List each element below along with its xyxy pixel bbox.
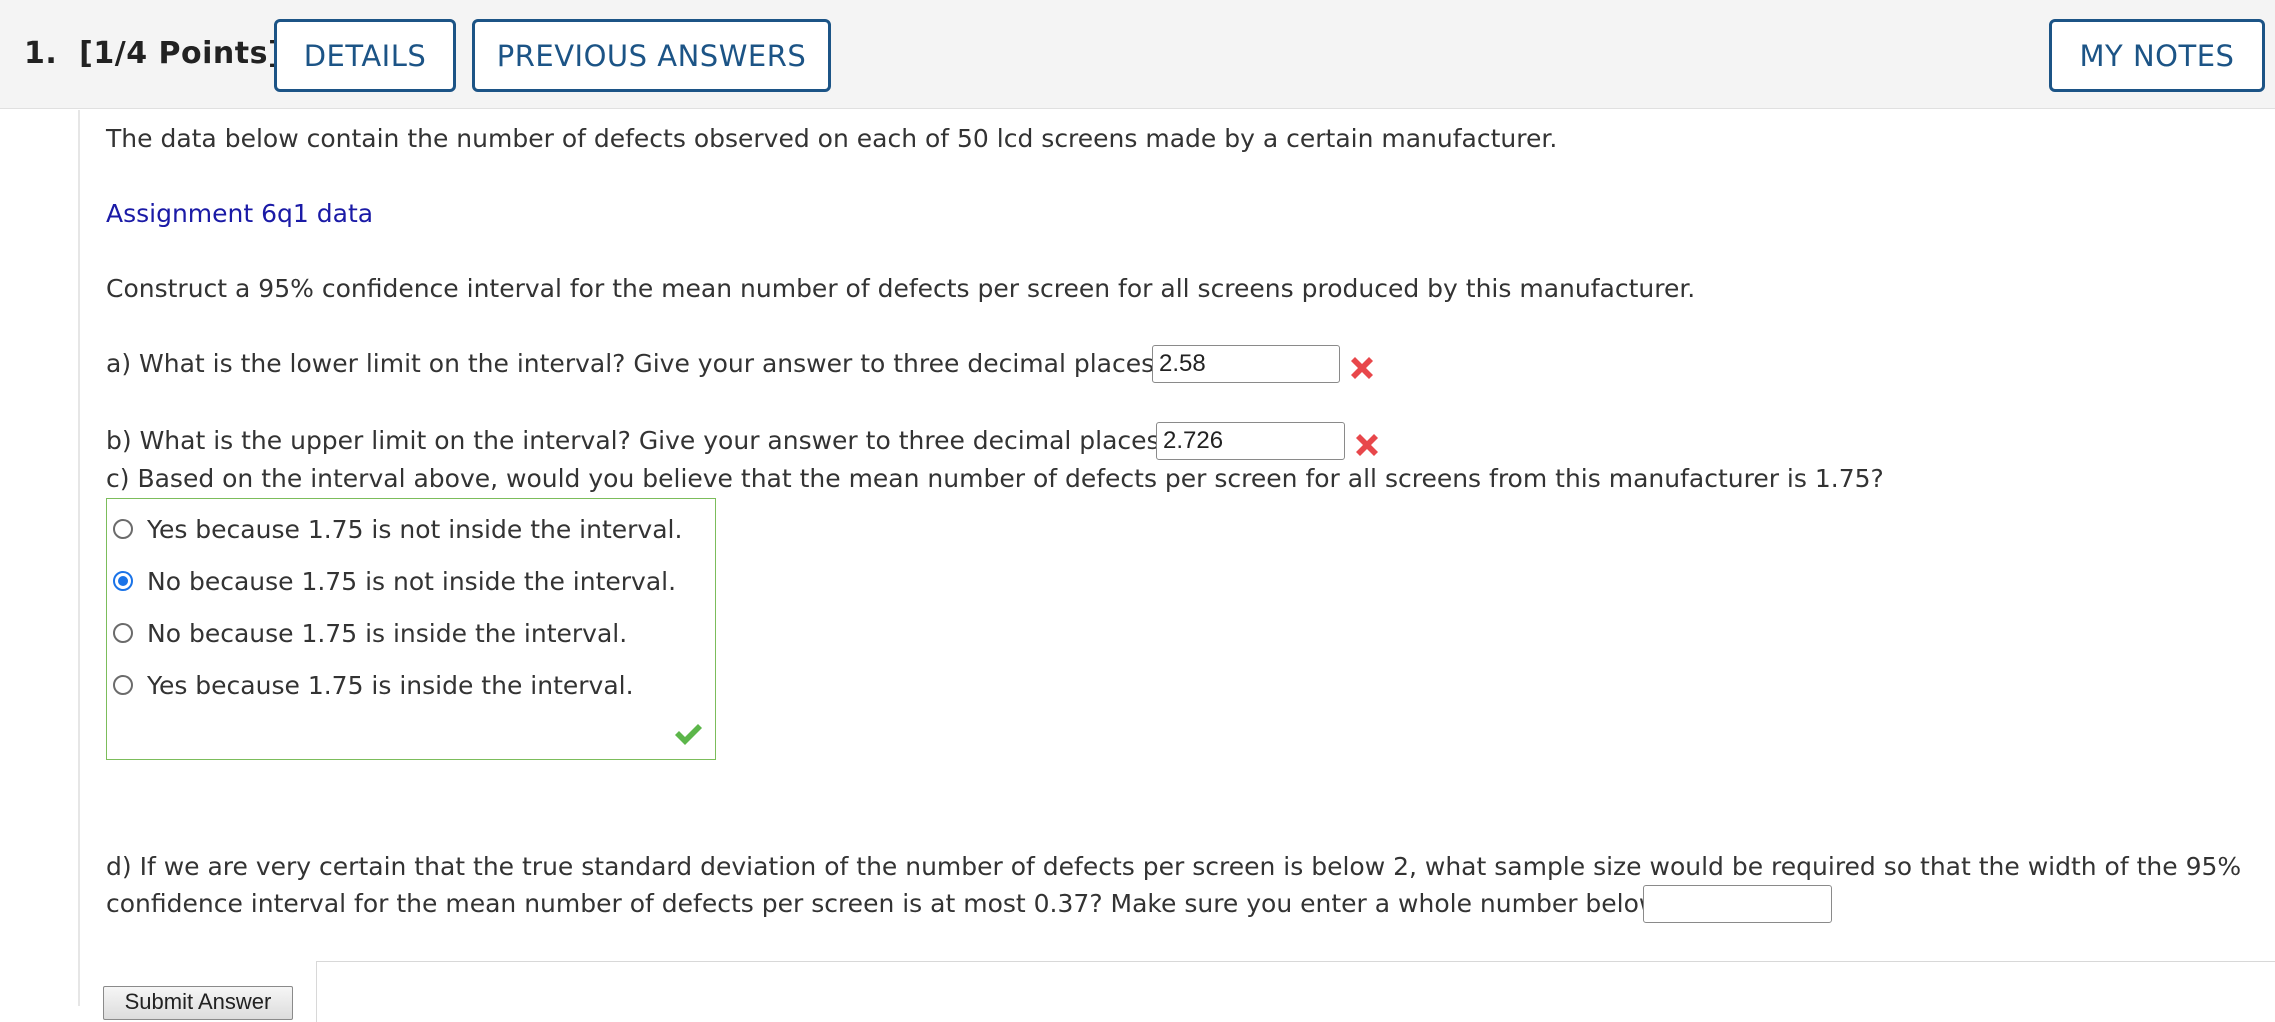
my-notes-button[interactable]: MY NOTES [2049, 19, 2265, 92]
part-d-prompt-line2: confidence interval for the mean number … [106, 889, 1666, 918]
question-header: 1. [1/4 Points] DETAILS PREVIOUS ANSWERS… [0, 0, 2275, 109]
option-item[interactable]: Yes because 1.75 is not inside the inter… [113, 509, 682, 549]
option-label: No because 1.75 is not inside the interv… [147, 566, 677, 596]
option-item[interactable]: Yes because 1.75 is inside the interval. [113, 665, 634, 705]
part-d-prompt-line1: d) If we are very certain that the true … [106, 852, 2242, 881]
option-item[interactable]: No because 1.75 is not inside the interv… [113, 561, 676, 601]
part-a-input[interactable]: 2.58 [1152, 345, 1340, 383]
radio-button-selected[interactable] [113, 571, 133, 591]
option-label: Yes because 1.75 is not inside the inter… [147, 514, 683, 544]
x-mark-icon [1351, 357, 1373, 379]
question-intro: The data below contain the number of def… [106, 124, 1558, 153]
question-title: 1. [1/4 Points] [24, 36, 282, 71]
part-b-input[interactable]: 2.726 [1156, 422, 1345, 460]
details-button[interactable]: DETAILS [274, 19, 456, 92]
radio-button[interactable] [113, 675, 133, 695]
part-c-prompt: c) Based on the interval above, would yo… [106, 464, 1884, 493]
question-points: [1/4 Points] [79, 36, 283, 71]
part-d-input[interactable] [1643, 885, 1832, 923]
notes-panel [316, 961, 2275, 1022]
part-a-prompt: a) What is the lower limit on the interv… [106, 349, 1163, 378]
data-link[interactable]: Assignment 6q1 data [106, 195, 373, 233]
check-mark-icon [675, 724, 702, 745]
option-item[interactable]: No because 1.75 is inside the interval. [113, 613, 627, 653]
x-mark-icon [1356, 434, 1378, 456]
option-label: Yes because 1.75 is inside the interval. [147, 670, 634, 700]
previous-answers-button[interactable]: PREVIOUS ANSWERS [472, 19, 831, 92]
question-instruction: Construct a 95% confidence interval for … [106, 274, 1696, 303]
radio-button[interactable] [113, 519, 133, 539]
submit-answer-button[interactable]: Submit Answer [103, 986, 293, 1020]
part-b-prompt: b) What is the upper limit on the interv… [106, 426, 1168, 455]
question-number: 1. [24, 36, 58, 71]
option-label: No because 1.75 is inside the interval. [147, 618, 628, 648]
radio-button[interactable] [113, 623, 133, 643]
part-c-options: Yes because 1.75 is not inside the inter… [106, 498, 716, 760]
